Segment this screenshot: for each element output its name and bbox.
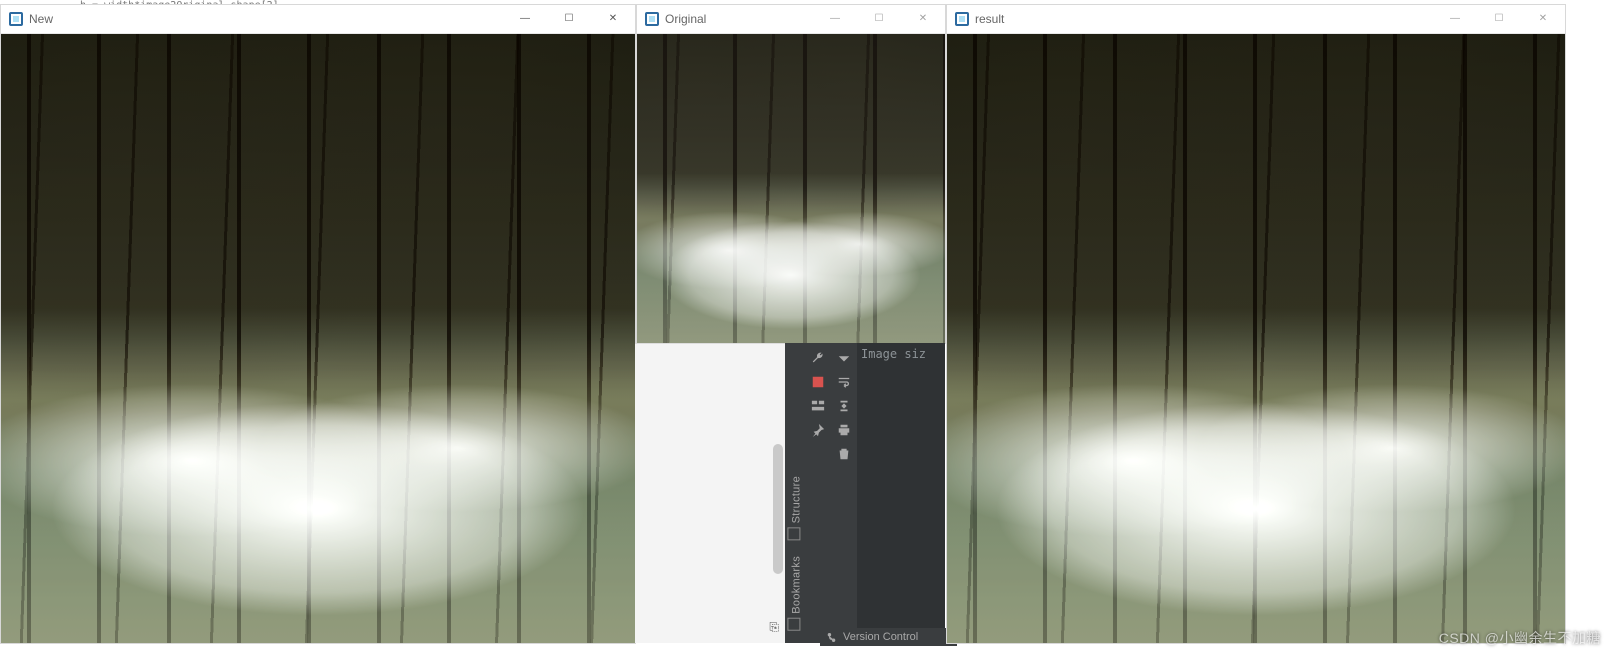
image-content [637, 34, 945, 343]
bookmarks-tab[interactable]: Bookmarks [786, 550, 803, 637]
bookmarks-icon [787, 618, 800, 631]
window-result: result — ☐ ✕ [946, 4, 1566, 644]
titlebar-original[interactable]: Original — ☐ ✕ [637, 5, 945, 34]
titlebar-result[interactable]: result — ☐ ✕ [947, 5, 1565, 34]
structure-icon [787, 527, 800, 540]
window-original: Original — ☐ ✕ [636, 4, 946, 344]
structure-tab[interactable]: Structure [786, 470, 803, 546]
window-new: New — ☐ ✕ [0, 4, 636, 644]
titlebar-new[interactable]: New — ☐ ✕ [1, 5, 635, 34]
app-icon [9, 12, 23, 26]
pin-icon[interactable] [811, 423, 825, 437]
window-title: New [29, 12, 53, 26]
window-title: result [975, 12, 1004, 26]
maximize-button[interactable]: ☐ [1477, 5, 1521, 33]
scroll-lock-icon[interactable] [837, 399, 851, 413]
ide-toolbar [805, 343, 857, 643]
minimize-icon: — [830, 14, 840, 24]
wrap-icon[interactable] [837, 375, 851, 389]
app-icon [645, 12, 659, 26]
image-content [1, 34, 635, 643]
minimize-button[interactable]: — [1433, 5, 1477, 33]
stop-record-icon[interactable] [811, 375, 825, 389]
ide-editor-gutter: ⎘ [635, 343, 785, 643]
maximize-icon: ☐ [875, 14, 884, 24]
minimize-button[interactable]: — [503, 5, 547, 33]
image-viewport-new [1, 34, 635, 643]
version-control-label: Version Control [843, 631, 918, 643]
close-icon: ✕ [1539, 14, 1547, 24]
maximize-button[interactable]: ☐ [857, 5, 901, 33]
close-button[interactable]: ✕ [901, 5, 945, 33]
minimize-button[interactable]: — [813, 5, 857, 33]
layout-icon[interactable] [811, 399, 825, 413]
trash-icon[interactable] [837, 447, 851, 461]
close-icon: ✕ [609, 14, 617, 24]
down-icon[interactable] [837, 351, 851, 365]
editor-scrollbar[interactable] [773, 444, 783, 574]
ide-console[interactable]: Image siz [857, 343, 945, 643]
ide-side-tabs: Structure Bookmarks [785, 343, 805, 643]
minimize-icon: — [1450, 14, 1460, 24]
minimize-icon: — [520, 14, 530, 24]
app-icon [955, 12, 969, 26]
goto-icon[interactable]: ⎘ [769, 620, 779, 635]
image-content [947, 34, 1565, 643]
vcs-icon [826, 632, 837, 643]
structure-label: Structure [791, 476, 803, 523]
maximize-icon: ☐ [1495, 14, 1504, 24]
wrench-icon[interactable] [811, 351, 825, 365]
console-header: Image siz [861, 347, 926, 361]
print-icon[interactable] [837, 423, 851, 437]
bookmarks-label: Bookmarks [791, 556, 803, 614]
image-viewport-result [947, 34, 1565, 643]
maximize-icon: ☐ [565, 14, 574, 24]
close-button[interactable]: ✕ [591, 5, 635, 33]
window-title: Original [665, 12, 706, 26]
image-viewport-original [637, 34, 945, 343]
close-button[interactable]: ✕ [1521, 5, 1565, 33]
close-icon: ✕ [919, 14, 927, 24]
maximize-button[interactable]: ☐ [547, 5, 591, 33]
ide-panel: ⎘ Structure Bookmarks Image siz [635, 343, 945, 643]
version-control-tab[interactable]: Version Control [820, 628, 957, 646]
